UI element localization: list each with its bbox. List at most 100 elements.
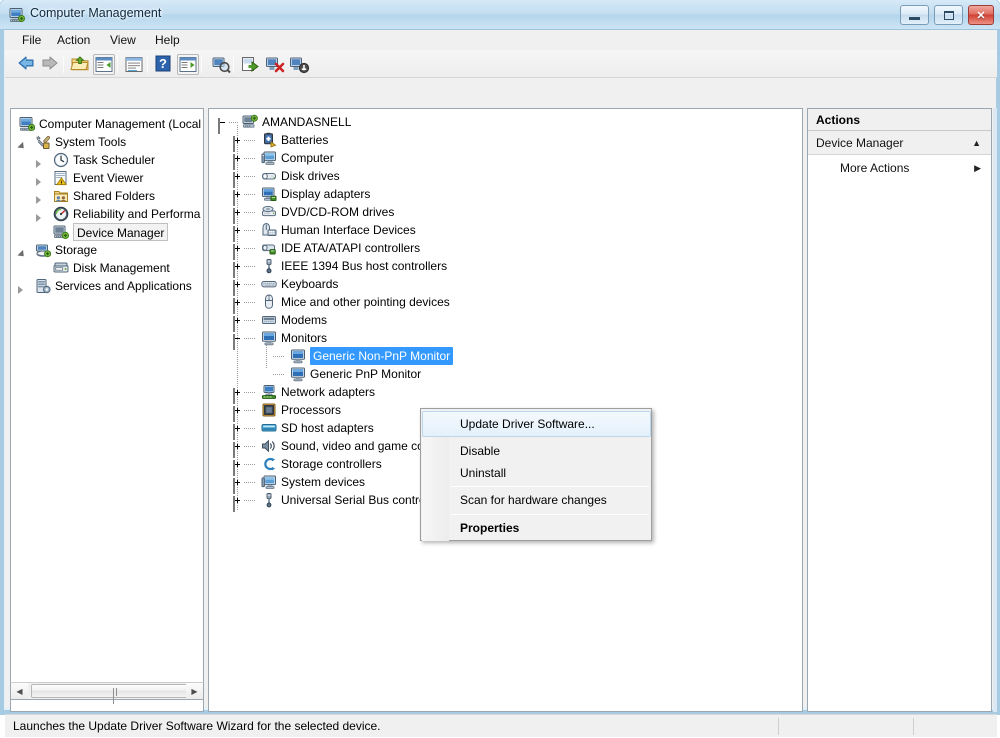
- show-hide-console-tree-icon[interactable]: [93, 54, 115, 75]
- menu-help[interactable]: Help: [148, 32, 187, 49]
- expand-box-icon[interactable]: [233, 243, 242, 260]
- dvd-drive-icon: [261, 204, 277, 220]
- uninstall-device-icon[interactable]: [264, 54, 286, 75]
- application-window: Computer Management ✕ File Action View H…: [0, 0, 1000, 737]
- toolbar-separator: [117, 55, 118, 73]
- tree-item-label: System devices: [281, 475, 366, 489]
- menu-file[interactable]: File: [15, 32, 48, 49]
- tree-item-label: Batteries: [281, 133, 329, 147]
- toolbar-separator: [201, 55, 202, 73]
- minimize-button[interactable]: [900, 5, 929, 25]
- context-menu-item-properties[interactable]: Properties: [449, 516, 651, 540]
- collapse-triangle-icon[interactable]: [17, 137, 27, 152]
- help-icon[interactable]: ?: [153, 54, 175, 75]
- monitor-icon: [261, 330, 277, 346]
- context-menu-item-update-driver-software[interactable]: Update Driver Software...: [449, 412, 651, 436]
- console-tree-pane[interactable]: Computer Management (Local System Tools …: [10, 108, 204, 712]
- tree-guideline: [244, 320, 256, 321]
- context-menu-item-uninstall[interactable]: Uninstall: [449, 461, 651, 485]
- actions-pane: Actions Device Manager ▲ More Actions ▶: [807, 108, 992, 712]
- system-device-icon: [261, 474, 277, 490]
- close-button[interactable]: ✕: [968, 5, 994, 25]
- title-bar[interactable]: Computer Management ✕: [0, 0, 1000, 30]
- action-item-label: More Actions: [840, 161, 910, 175]
- actions-group-label: Device Manager: [816, 136, 904, 150]
- menu-view[interactable]: View: [103, 32, 143, 49]
- expand-box-icon[interactable]: [233, 477, 242, 494]
- expand-box-icon[interactable]: [233, 279, 242, 296]
- collapse-box-icon[interactable]: [218, 117, 227, 134]
- tree-guideline: [244, 158, 256, 159]
- chevron-up-icon[interactable]: ▲: [972, 131, 981, 155]
- scrollbar-thumb[interactable]: [31, 684, 203, 704]
- expand-triangle-icon[interactable]: [36, 155, 45, 168]
- action-item-more-actions[interactable]: More Actions ▶: [808, 156, 991, 180]
- expand-box-icon[interactable]: [233, 405, 242, 422]
- client-area: File Action View Help ? Computer Managem…: [4, 30, 997, 737]
- expand-triangle-icon[interactable]: [18, 281, 27, 294]
- actions-group-device-manager[interactable]: Device Manager ▲: [808, 131, 991, 155]
- expand-box-icon[interactable]: [233, 135, 242, 152]
- tree-item-label: AMANDASNELL: [262, 115, 352, 129]
- forward-icon[interactable]: [39, 54, 61, 75]
- expand-box-icon[interactable]: [233, 207, 242, 224]
- expand-box-icon[interactable]: [233, 387, 242, 404]
- expand-box-icon[interactable]: [233, 441, 242, 458]
- expand-box-icon[interactable]: [233, 225, 242, 242]
- scroll-right-arrow[interactable]: ▶: [186, 683, 203, 699]
- sd-host-adapter-icon: [261, 420, 277, 436]
- chevron-right-icon[interactable]: ▶: [974, 156, 981, 180]
- tree-guideline: [244, 212, 256, 213]
- context-menu[interactable]: Update Driver Software... Disable Uninst…: [420, 408, 652, 541]
- status-bar: Launches the Update Driver Software Wiza…: [5, 714, 997, 737]
- expand-box-icon[interactable]: [233, 297, 242, 314]
- expand-triangle-icon[interactable]: [36, 173, 45, 186]
- properties-icon[interactable]: [123, 54, 145, 75]
- tree-guideline: [244, 194, 256, 195]
- expand-box-icon[interactable]: [233, 153, 242, 170]
- modem-icon: [261, 312, 277, 328]
- expand-box-icon[interactable]: [233, 459, 242, 476]
- context-menu-item-disable[interactable]: Disable: [449, 439, 651, 463]
- close-icon: ✕: [976, 9, 986, 22]
- display-adapter-icon: [261, 186, 277, 202]
- maximize-button[interactable]: [934, 5, 963, 25]
- expand-box-icon[interactable]: [233, 171, 242, 188]
- scan-for-hardware-changes-icon[interactable]: [210, 54, 232, 75]
- expand-box-icon[interactable]: [233, 315, 242, 332]
- update-driver-software-icon[interactable]: [240, 54, 262, 75]
- expand-box-icon[interactable]: [233, 261, 242, 278]
- actions-pane-scroll-strip[interactable]: [993, 108, 997, 712]
- scroll-left-arrow[interactable]: ◀: [11, 683, 28, 699]
- expand-box-icon[interactable]: [233, 495, 242, 512]
- tree-guideline: [273, 374, 285, 375]
- context-menu-item-scan-for-hardware-changes[interactable]: Scan for hardware changes: [449, 488, 651, 512]
- tree-guideline: [244, 482, 256, 483]
- tree-item-label: Storage: [55, 243, 98, 257]
- tree-item-label: Modems: [281, 313, 328, 327]
- hid-icon: [261, 222, 277, 238]
- menu-action[interactable]: Action: [50, 32, 97, 49]
- expand-triangle-icon[interactable]: [36, 191, 45, 204]
- disk-drive-icon: [261, 168, 277, 184]
- tree-item-label: Disk drives: [281, 169, 340, 183]
- tree-guideline: [244, 392, 256, 393]
- tree-item-label: Event Viewer: [73, 171, 144, 185]
- horizontal-scrollbar[interactable]: ◀ ▶: [10, 682, 204, 704]
- expand-triangle-icon[interactable]: [36, 209, 45, 222]
- computer-management-icon: [19, 116, 36, 132]
- collapse-box-icon[interactable]: [233, 333, 242, 350]
- back-icon[interactable]: [15, 54, 37, 75]
- tree-item-label: Network adapters: [281, 385, 376, 399]
- scrollbar-grip-icon: [113, 688, 121, 704]
- expand-box-icon[interactable]: [233, 189, 242, 206]
- disable-device-icon[interactable]: [288, 54, 310, 75]
- tree-item-label: Device Manager: [73, 223, 169, 241]
- up-folder-icon[interactable]: [69, 54, 91, 75]
- tree-guideline: [244, 140, 256, 141]
- tree-item-label: Display adapters: [281, 187, 371, 201]
- show-action-pane-icon[interactable]: [177, 54, 199, 75]
- collapse-triangle-icon[interactable]: [17, 245, 27, 260]
- expand-box-icon[interactable]: [233, 423, 242, 440]
- computer-management-icon: [9, 7, 25, 23]
